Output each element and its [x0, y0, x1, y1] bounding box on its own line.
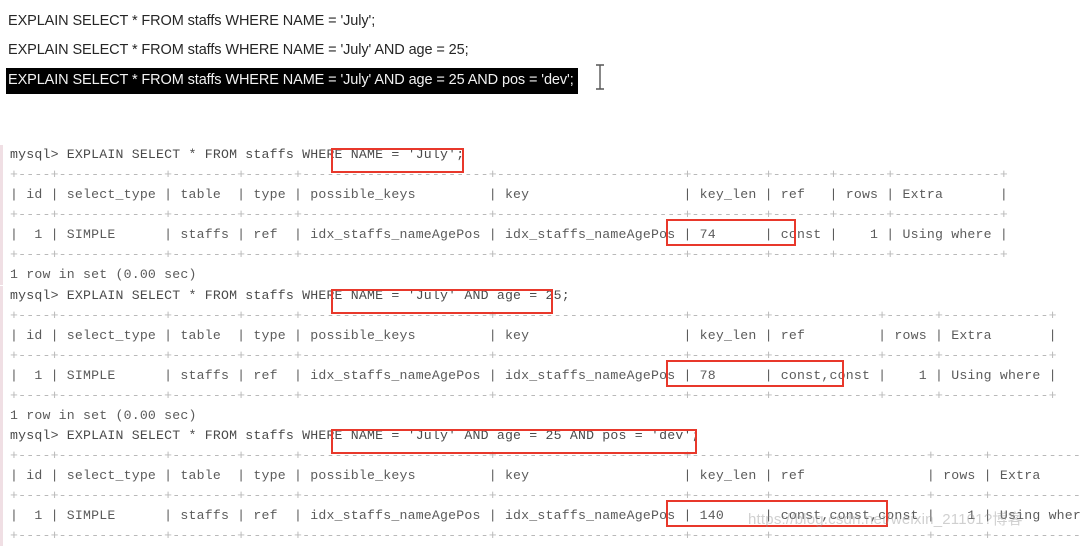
table-rule-mid: +----+-------------+--------+------+----… [10, 348, 1057, 363]
table-row: | 1 | SIMPLE | staffs | ref | idx_staffs… [10, 508, 1080, 523]
table-row: | 1 | SIMPLE | staffs | ref | idx_staffs… [10, 368, 1057, 383]
table-header-row: | id | select_type | table | type | poss… [10, 187, 1008, 202]
mysql-prompt-line: mysql> EXPLAIN SELECT * FROM staffs WHER… [10, 147, 465, 162]
sql-editor[interactable]: EXPLAIN SELECT * FROM staffs WHERE NAME … [0, 0, 1080, 100]
sql-statement-line-3-selected[interactable]: EXPLAIN SELECT * FROM staffs WHERE NAME … [6, 68, 578, 94]
table-rule-bottom: +----+-------------+--------+------+----… [10, 388, 1057, 403]
text-cursor-i-beam-icon [594, 64, 606, 90]
terminal-transcript-2: mysql> EXPLAIN SELECT * FROM staffs WHER… [0, 286, 1080, 426]
terminal-transcript-1: mysql> EXPLAIN SELECT * FROM staffs WHER… [0, 145, 1080, 285]
table-header-row: | id | select_type | table | type | poss… [10, 468, 1080, 483]
mysql-prompt-line: mysql> EXPLAIN SELECT * FROM staffs WHER… [10, 288, 570, 303]
table-rule-bottom: +----+-------------+--------+------+----… [10, 528, 1080, 543]
terminal-transcript-3: mysql> EXPLAIN SELECT * FROM staffs WHER… [0, 426, 1080, 546]
table-rule-top: +----+-------------+--------+------+----… [10, 167, 1008, 182]
table-rule-top: +----+-------------+--------+------+----… [10, 308, 1057, 323]
sql-statement-line-2[interactable]: EXPLAIN SELECT * FROM staffs WHERE NAME … [8, 41, 469, 60]
table-header-row: | id | select_type | table | type | poss… [10, 328, 1057, 343]
sql-statement-line-1[interactable]: EXPLAIN SELECT * FROM staffs WHERE NAME … [8, 12, 375, 31]
table-rule-mid: +----+-------------+--------+------+----… [10, 207, 1008, 222]
result-footer: 1 row in set (0.00 sec) [10, 267, 197, 282]
table-rule-top: +----+-------------+--------+------+----… [10, 448, 1080, 463]
table-rule-mid: +----+-------------+--------+------+----… [10, 488, 1080, 503]
result-footer: 1 row in set (0.00 sec) [10, 408, 197, 423]
mysql-prompt-line: mysql> EXPLAIN SELECT * FROM staffs WHER… [10, 428, 700, 443]
table-row: | 1 | SIMPLE | staffs | ref | idx_staffs… [10, 227, 1008, 242]
table-rule-bottom: +----+-------------+--------+------+----… [10, 247, 1008, 262]
